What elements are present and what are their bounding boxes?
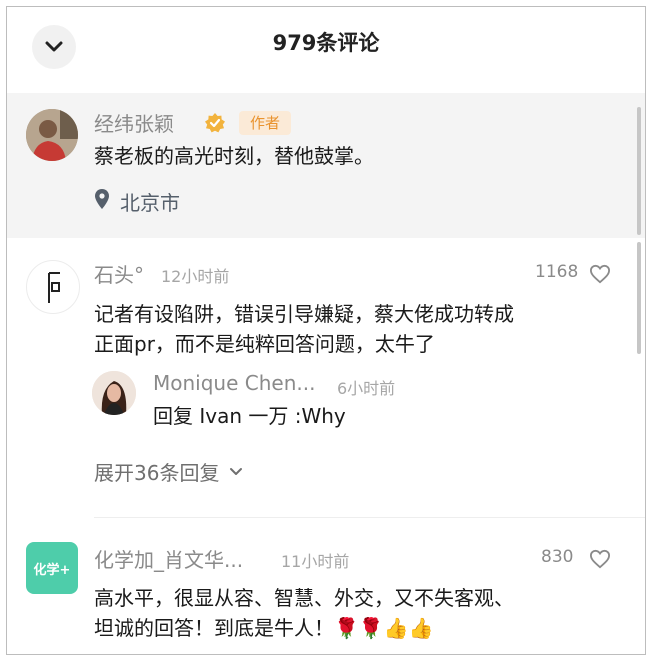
- reply-text: 回复 Ivan 一万 :Why: [153, 404, 346, 428]
- like-count: 1168: [535, 262, 579, 282]
- commenter-username[interactable]: 化学加_肖文华...: [94, 544, 243, 573]
- author-avatar[interactable]: [26, 109, 78, 161]
- location-pin-icon: [95, 189, 109, 209]
- commenter-avatar[interactable]: [26, 260, 80, 314]
- comments-panel: 979条评论 经纬张颖 作者 蔡老板的高光时刻，替他鼓掌。 北京市 石头° 12…: [6, 6, 646, 655]
- comment-divider: [94, 517, 645, 518]
- scrollbar-lower[interactable]: [637, 242, 641, 354]
- person-photo-icon: [26, 109, 78, 161]
- comment-text-line: 正面pr，而不是纯粹回答问题，太牛了: [94, 332, 435, 356]
- author-location: 北京市: [120, 191, 180, 215]
- reply-time: 6小时前: [337, 379, 396, 398]
- stone-logo-icon: [48, 272, 60, 303]
- comment-time: 12小时前: [161, 267, 230, 286]
- reply-avatar[interactable]: [92, 371, 136, 415]
- commenter-avatar[interactable]: 化学+: [26, 542, 78, 594]
- comments-header: 979条评论: [7, 7, 645, 91]
- avatar-logo-text: 化学+: [33, 562, 71, 578]
- comment-time: 11小时前: [281, 552, 350, 571]
- comment-text-line: 坦诚的回答！到底是牛人！🌹🌹👍👍: [94, 616, 434, 640]
- heart-icon[interactable]: [589, 264, 611, 284]
- author-comment[interactable]: 经纬张颖 作者 蔡老板的高光时刻，替他鼓掌。 北京市: [7, 93, 645, 238]
- heart-icon[interactable]: [589, 549, 611, 569]
- expand-replies-button[interactable]: 展开36条回复: [94, 457, 243, 486]
- reply-username[interactable]: Monique Chen...: [153, 371, 315, 395]
- commenter-username[interactable]: 石头°: [94, 259, 144, 288]
- chevron-down-icon: [230, 467, 243, 475]
- like-count: 830: [541, 547, 574, 567]
- verified-badge-icon: [205, 113, 225, 133]
- expand-replies-label: 展开36条回复: [94, 461, 220, 485]
- page-title: 979条评论: [272, 31, 380, 55]
- person-photo-icon: [92, 371, 136, 415]
- author-badge: 作者: [239, 111, 291, 135]
- scrollbar-upper[interactable]: [637, 107, 641, 235]
- author-comment-text: 蔡老板的高光时刻，替他鼓掌。: [94, 144, 374, 168]
- author-username[interactable]: 经纬张颖: [94, 108, 174, 137]
